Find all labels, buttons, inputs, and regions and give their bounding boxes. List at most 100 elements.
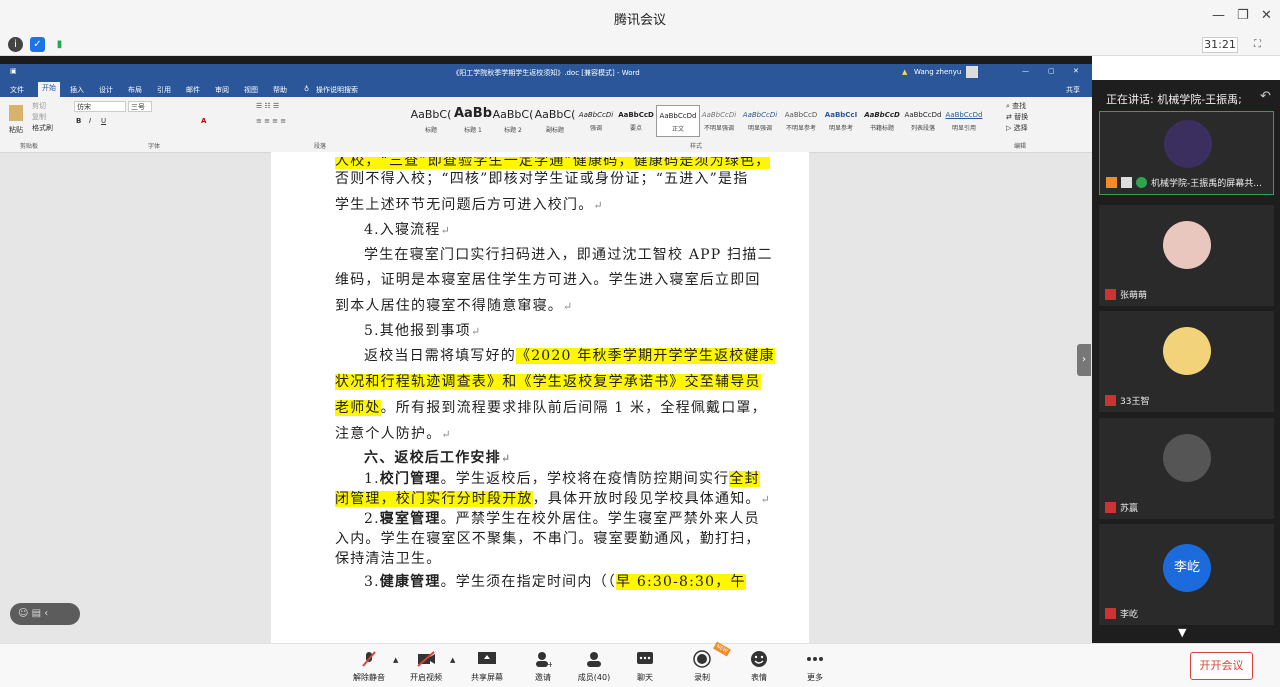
participant-tile[interactable]: 苏赢 [1099, 418, 1274, 519]
restore-icon[interactable]: ❐ [1237, 8, 1249, 23]
paragraph-group-label: 段落 [314, 143, 327, 150]
invite-button[interactable]: + 邀请 [517, 650, 569, 683]
minimize-icon[interactable]: — [1212, 8, 1225, 23]
style-emphasis[interactable]: AaBbCcDi 强调 [574, 105, 618, 137]
participant-tile[interactable]: 33王智 [1099, 311, 1274, 412]
style-strong[interactable]: AaBbCcD 要点 [614, 105, 658, 137]
audio-options-chevron-icon[interactable]: ▲ [393, 656, 398, 664]
font-group-label: 字体 [148, 143, 161, 150]
chat-button[interactable]: 聊天 [619, 650, 671, 683]
more-button[interactable]: 更多 [789, 650, 841, 683]
bold-button[interactable]: B [76, 117, 81, 125]
fullscreen-icon[interactable]: ⛶ [1250, 37, 1265, 52]
style-list-paragraph[interactable]: AaBbCcDd 列表段落 [901, 105, 945, 137]
meeting-timer: 31:21 [1202, 37, 1238, 53]
tab-review[interactable]: 审阅 [215, 85, 229, 95]
tab-insert[interactable]: 插入 [70, 85, 84, 95]
doc-line: 保持清洁卫生。 [335, 551, 442, 567]
style-subtle-emphasis[interactable]: AaBbCcDi 不明显强调 [697, 105, 741, 137]
word-close-icon[interactable]: ✕ [1073, 67, 1079, 75]
doc-line: 否则不得入校；“四核”即核对学生证或身份证；“五进入”是指 [335, 171, 749, 187]
tab-file[interactable]: 文件 [10, 85, 24, 95]
share-button[interactable]: 共享 [1066, 85, 1080, 95]
underline-button[interactable]: U [101, 117, 106, 125]
mic-muted-icon [362, 651, 376, 667]
find-button[interactable]: ⌕ 查找 [1006, 101, 1026, 111]
record-button[interactable]: 录制 [676, 650, 728, 683]
style-book-title[interactable]: AaBbCcD 书籍标题 [860, 105, 904, 137]
word-restore-icon[interactable]: ▢ [1048, 67, 1055, 75]
style-subtle-reference[interactable]: AaBbCcD 不明显参考 [779, 105, 823, 137]
meeting-toolbar: 解除静音 ▲ 开启视频 ▲ 共享屏幕 + 邀请 成员(40) 聊天 录制 NEW… [0, 641, 1280, 687]
shield-icon[interactable]: ✓ [30, 37, 45, 52]
tab-view[interactable]: 视图 [244, 85, 258, 95]
style-normal[interactable]: AaBbCcDd 正文 [656, 105, 700, 137]
italic-button[interactable]: I [89, 117, 91, 125]
doc-line: 入内。学生在寝室区不聚集，不串门。寝室要勤通风，勤打扫， [335, 531, 761, 547]
meeting-info-bar: i ✓ ▮ 31:21 ⛶ [0, 34, 1280, 56]
add-user-icon: + [536, 652, 552, 668]
tab-layout[interactable]: 布局 [128, 85, 142, 95]
info-icon[interactable]: i [8, 37, 23, 52]
screen-share-icon [1121, 177, 1132, 188]
floating-controls[interactable]: ☺ ▤ ‹ [10, 603, 80, 625]
doc-line: 1.校门管理。学生返校后，学校将在疫情防控期间实行全封 [364, 471, 760, 487]
mic-on-icon [1136, 177, 1147, 188]
style-heading2[interactable]: AaBbC(标题 2 [491, 105, 535, 137]
style-intense-quote[interactable]: AaBbCcDd 明显引用 [942, 105, 986, 137]
align-icons[interactable]: ≡ ≡ ≡ ≡ [256, 117, 286, 125]
tell-me-search[interactable]: 操作说明搜索 [316, 85, 358, 95]
word-user-name: Wang zhenyu [914, 68, 962, 76]
select-button[interactable]: ▷ 选择 [1006, 123, 1028, 133]
participant-tile[interactable]: 机械学院-王振禹的屏幕共... [1099, 111, 1274, 195]
font-size-select[interactable]: 三号 [128, 101, 152, 112]
collapse-sidebar-handle[interactable]: › [1077, 344, 1091, 376]
word-minimize-icon[interactable]: — [1022, 67, 1029, 75]
doc-line: 注意个人防护。↵ [335, 426, 452, 442]
signal-icon[interactable]: ▮ [52, 37, 67, 52]
chat-icon [637, 652, 653, 664]
format-painter-button[interactable]: 格式刷 [32, 123, 53, 133]
unmute-button[interactable]: 解除静音 [343, 650, 395, 683]
replace-button[interactable]: ⇄ 替换 [1006, 112, 1028, 122]
clipboard-group-label: 剪贴板 [20, 143, 39, 150]
participant-name: 机械学院-王振禹的屏幕共... [1106, 176, 1262, 189]
tab-home[interactable]: 开始 [38, 82, 60, 97]
host-icon [1106, 177, 1117, 188]
scroll-down-icon[interactable]: ▼ [1178, 626, 1186, 639]
record-icon [693, 650, 711, 668]
svg-text:+: + [547, 660, 552, 668]
copy-button[interactable]: 复制 [32, 112, 46, 122]
bullets-icon[interactable]: ☰ ☷ ☰ [256, 102, 279, 110]
style-intense-reference[interactable]: AaBbCcI 明显参考 [819, 105, 863, 137]
tab-mailings[interactable]: 邮件 [186, 85, 200, 95]
share-screen-button[interactable]: 共享屏幕 [461, 650, 513, 683]
tab-help[interactable]: 帮助 [273, 85, 287, 95]
participant-tile[interactable]: 张萌萌 [1099, 205, 1274, 306]
font-name-select[interactable]: 仿宋 [74, 101, 126, 112]
members-button[interactable]: 成员(40) [568, 650, 620, 683]
paste-icon[interactable] [9, 105, 23, 121]
start-video-button[interactable]: 开启视频 [400, 650, 452, 683]
mic-muted-icon [1105, 502, 1116, 513]
close-icon[interactable]: ✕ [1261, 8, 1272, 23]
style-title[interactable]: AaBbC(标题 [409, 105, 453, 137]
avatar [1163, 221, 1211, 269]
style-subtitle[interactable]: AaBbC(副标题 [533, 105, 577, 137]
video-options-chevron-icon[interactable]: ▲ [450, 656, 455, 664]
avatar: 李屹 [1163, 544, 1211, 592]
emoji-button[interactable]: 表情 [733, 650, 785, 683]
participant-tile[interactable]: 李屹 李屹 [1099, 524, 1274, 625]
tab-references[interactable]: 引用 [157, 85, 171, 95]
members-icon [587, 652, 601, 667]
user-avatar[interactable] [966, 66, 978, 78]
sidebar-back-icon[interactable]: ↶ [1260, 89, 1271, 104]
style-intense-emphasis[interactable]: AaBbCcDi 明显强调 [738, 105, 782, 137]
tab-design[interactable]: 设计 [99, 85, 113, 95]
cut-button[interactable]: 剪切 [32, 101, 46, 111]
font-color-button[interactable]: A [201, 117, 206, 125]
leave-meeting-button[interactable]: 开开会议 [1190, 652, 1253, 680]
paste-label[interactable]: 粘贴 [9, 125, 23, 135]
style-heading1[interactable]: AaBb 标题 1 [451, 105, 495, 137]
emoji-icon [751, 651, 767, 667]
